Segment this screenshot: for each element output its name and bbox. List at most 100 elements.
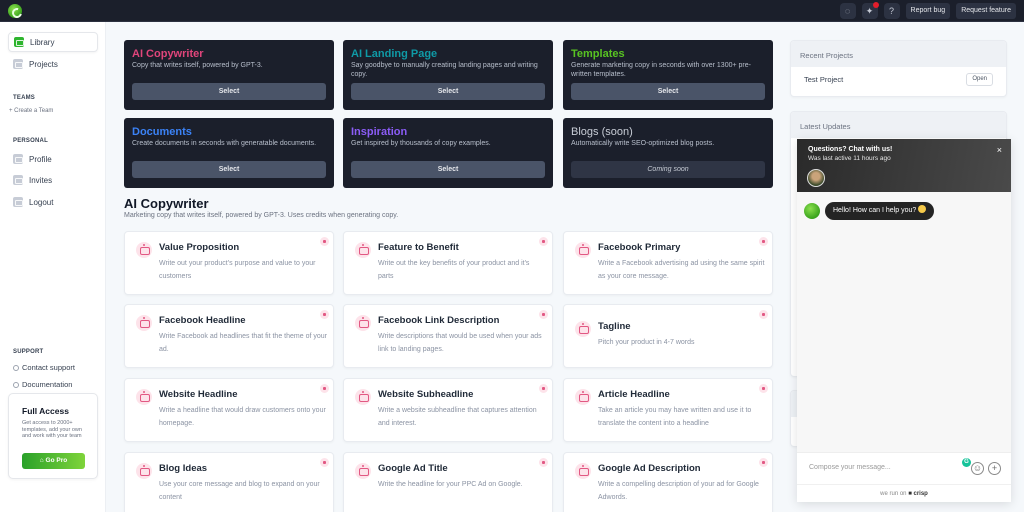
template-card[interactable]: Tagline Pitch your product in 4-7 words <box>563 304 773 368</box>
template-title: Feature to Benefit <box>378 242 459 253</box>
robot-icon <box>136 315 152 331</box>
chat-title: Questions? Chat with us! <box>808 146 893 153</box>
template-desc: Write a compelling description of your a… <box>598 481 759 501</box>
product-title: AI Copywriter <box>132 48 204 60</box>
close-icon[interactable]: × <box>997 145 1002 155</box>
compose-input[interactable]: Compose your message... <box>809 464 891 471</box>
product-card-templates: Templates Generate marketing copy in sec… <box>563 40 773 110</box>
project-row[interactable]: Test Project Open <box>791 67 1006 93</box>
robot-icon <box>575 389 591 405</box>
sidebar-item-library[interactable]: Library <box>8 32 98 52</box>
template-title: Google Ad Description <box>598 463 701 474</box>
folder-icon <box>13 59 23 69</box>
sidebar-item-label: Invites <box>29 175 53 185</box>
template-desc: Pitch your product in 4-7 words <box>598 339 695 346</box>
help-icon[interactable]: ? <box>883 3 900 19</box>
template-desc: Write the headline for your PPC Ad on Go… <box>378 481 523 488</box>
select-button[interactable]: Select <box>351 83 545 100</box>
lock-icon <box>539 237 548 246</box>
documentation-link[interactable]: Documentation <box>13 380 72 389</box>
product-desc: Say goodbye to manually creating landing… <box>351 62 538 78</box>
product-desc: Copy that writes itself, powered by GPT-… <box>132 62 263 69</box>
select-button[interactable]: Select <box>132 83 326 100</box>
robot-icon <box>136 463 152 479</box>
create-team-link[interactable]: + Create a Team <box>9 108 53 114</box>
robot-icon <box>136 389 152 405</box>
lock-icon <box>320 237 329 246</box>
emoji-icon[interactable]: ☺ <box>971 462 984 475</box>
notification-dot <box>872 2 879 8</box>
product-title: Documents <box>132 126 192 138</box>
sidebar-item-label: Logout <box>29 197 54 207</box>
chat-message: Hello! How can I help you? <box>825 202 935 220</box>
product-card-ai-landing-page: AI Landing Page Say goodbye to manually … <box>343 40 553 110</box>
coming-soon-button: Coming soon <box>571 161 765 178</box>
request-feature-button[interactable]: Request feature <box>956 3 1016 19</box>
select-button[interactable]: Select <box>571 83 765 100</box>
lock-icon <box>320 384 329 393</box>
recent-projects-title: Recent Projects <box>791 41 1006 67</box>
agent-avatar <box>807 169 825 187</box>
template-title: Website Subheadline <box>378 389 474 400</box>
grammarly-icon[interactable]: G <box>962 458 971 467</box>
template-card[interactable]: Website Subheadline Write a website subhe… <box>343 378 553 442</box>
report-bug-button[interactable]: Report bug <box>905 3 951 19</box>
template-card[interactable]: Facebook Headline Write Facebook ad headl… <box>124 304 334 368</box>
template-title: Facebook Primary <box>598 242 681 253</box>
smile-emoji-icon <box>918 205 927 213</box>
template-desc: Write descriptions that would be used wh… <box>378 333 542 353</box>
template-desc: Write a website subheadline that capture… <box>378 407 537 427</box>
product-title: Templates <box>571 48 625 60</box>
template-card[interactable]: Google Ad Title Write the headline for yo… <box>343 452 553 512</box>
product-title: AI Landing Page <box>351 48 438 60</box>
go-pro-button[interactable]: ⌂ Go Pro <box>22 453 85 469</box>
chat-widget: Questions? Chat with us! Was last active… <box>797 139 1011 502</box>
logout-icon <box>13 197 23 207</box>
template-card[interactable]: Feature to Benefit Write out the key bene… <box>343 231 553 295</box>
template-desc: Write out your product's purpose and val… <box>159 260 316 280</box>
template-card[interactable]: Website Headline Write a headline that wo… <box>124 378 334 442</box>
sidebar-item-projects[interactable]: Projects <box>8 54 98 74</box>
teams-heading: TEAMS <box>13 95 35 101</box>
chat-status: Was last active 11 hours ago <box>808 155 891 162</box>
template-card[interactable]: Article Headline Take an article you may … <box>563 378 773 442</box>
crisp-brand: crisp <box>913 491 928 497</box>
open-project-button[interactable]: Open <box>966 73 993 86</box>
attach-plus-icon[interactable]: + <box>988 462 1001 475</box>
sidebar-item-invites[interactable]: Invites <box>8 170 98 190</box>
robot-icon <box>355 389 371 405</box>
template-card[interactable]: Facebook Link Description Write descripti… <box>343 304 553 368</box>
template-title: Website Headline <box>159 389 238 400</box>
select-button[interactable]: Select <box>351 161 545 178</box>
crisp-logo[interactable]: ■ crisp <box>908 491 928 497</box>
template-title: Article Headline <box>598 389 670 400</box>
contact-support-label: Contact support <box>22 363 75 372</box>
select-button[interactable]: Select <box>132 161 326 178</box>
lock-icon <box>320 458 329 467</box>
sparkle-icon[interactable]: ✦ <box>861 2 879 19</box>
lock-icon <box>320 310 329 319</box>
product-desc: Generate marketing copy in seconds with … <box>571 62 751 78</box>
recent-projects-panel: Recent Projects Test Project Open <box>790 40 1007 97</box>
contact-support-link[interactable]: Contact support <box>13 363 75 372</box>
sidebar: Library Projects TEAMS + Create a Team P… <box>0 22 106 512</box>
chat-bubble-icon[interactable]: ◌ <box>839 3 856 19</box>
lock-icon <box>759 384 768 393</box>
lock-icon <box>539 384 548 393</box>
template-desc: Write out the key benefits of your produ… <box>378 260 530 280</box>
template-card[interactable]: Google Ad Description Write a compelling … <box>563 452 773 512</box>
template-card[interactable]: Blog Ideas Use your core message and blog… <box>124 452 334 512</box>
template-card[interactable]: Facebook Primary Write a Facebook adverti… <box>563 231 773 295</box>
app-logo[interactable] <box>8 4 22 18</box>
top-bar: ◌ ✦ ? Report bug Request feature <box>0 0 1024 22</box>
template-title: Tagline <box>598 321 631 332</box>
product-card-inspiration: Inspiration Get inspired by thousands of… <box>343 118 553 188</box>
globe-icon <box>13 364 19 371</box>
sidebar-item-logout[interactable]: Logout <box>8 192 98 212</box>
promo-title: Full Access <box>22 406 69 416</box>
product-desc: Get inspired by thousands of copy exampl… <box>351 140 491 147</box>
lock-icon <box>759 310 768 319</box>
sidebar-item-profile[interactable]: Profile <box>8 149 98 169</box>
template-card[interactable]: Value Proposition Write out your product'… <box>124 231 334 295</box>
section-subtitle: Marketing copy that writes itself, power… <box>124 212 399 219</box>
